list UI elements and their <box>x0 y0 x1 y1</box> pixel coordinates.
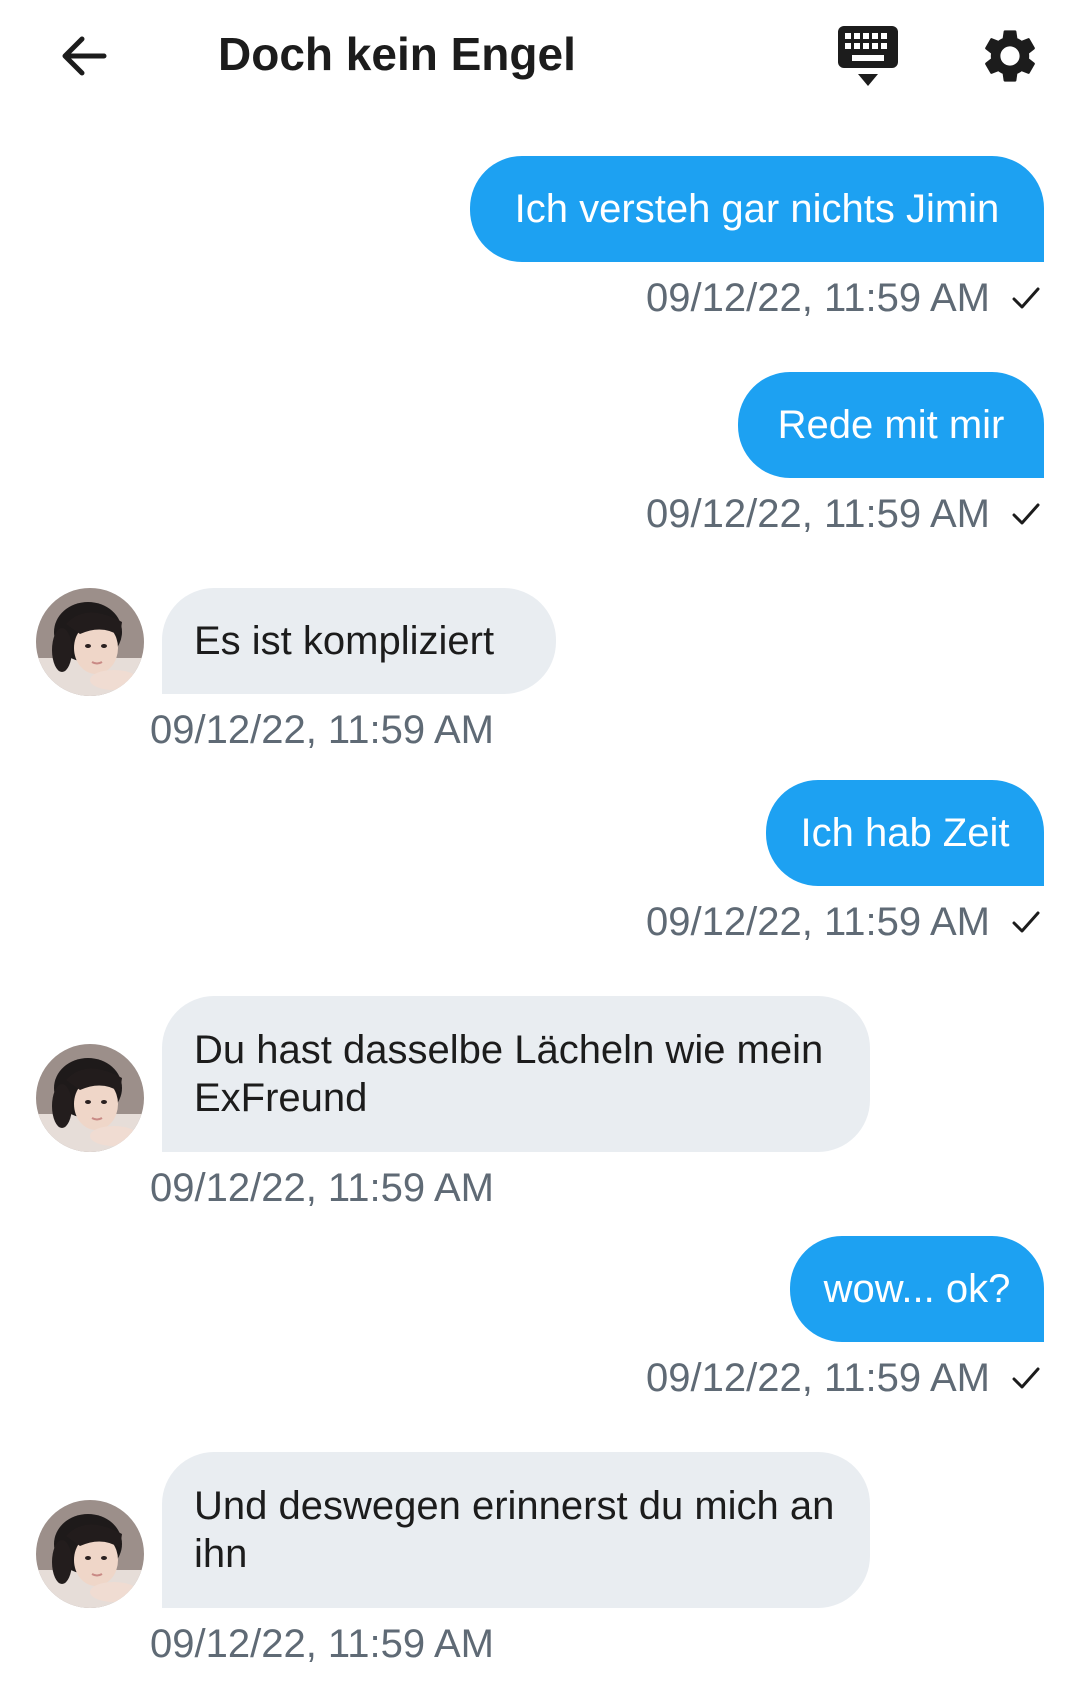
keyboard-toggle-button[interactable] <box>836 24 900 88</box>
message-bubble-incoming[interactable]: Du hast dasselbe Lächeln wie mein ExFreu… <box>162 996 870 1152</box>
avatar[interactable] <box>36 588 144 696</box>
avatar[interactable] <box>36 1044 144 1152</box>
avatar[interactable] <box>36 1500 144 1608</box>
chat-header: Doch kein Engel <box>0 0 1080 110</box>
message-meta: 09/12/22, 11:59 AM <box>646 484 1044 544</box>
check-icon <box>1008 280 1044 316</box>
message-timestamp: 09/12/22, 11:59 AM <box>646 492 990 536</box>
keyboard-hide-icon <box>838 26 898 86</box>
message-timestamp: 09/12/22, 11:59 AM <box>646 900 990 944</box>
message-timestamp: 09/12/22, 11:59 AM <box>150 708 494 752</box>
check-icon <box>1008 1360 1044 1396</box>
chat-title: Doch kein Engel <box>218 28 576 80</box>
message-bubble-outgoing[interactable]: Ich versteh gar nichts Jimin <box>470 156 1044 262</box>
message-meta: 09/12/22, 11:59 AM <box>646 1348 1044 1408</box>
back-button[interactable] <box>56 28 112 84</box>
settings-button[interactable] <box>978 24 1042 88</box>
message-bubble-outgoing[interactable]: Rede mit mir <box>738 372 1044 478</box>
message-timestamp: 09/12/22, 11:59 AM <box>150 1622 494 1666</box>
message-bubble-outgoing[interactable]: Ich hab Zeit <box>766 780 1044 886</box>
message-text: Und deswegen erinnerst du mich an ihn <box>194 1484 835 1576</box>
message-meta: 09/12/22, 11:59 AM <box>646 268 1044 328</box>
gear-icon <box>985 30 1035 82</box>
message-text: Ich versteh gar nichts Jimin <box>514 187 1000 231</box>
message-timestamp: 09/12/22, 11:59 AM <box>150 1166 494 1210</box>
message-timestamp: 09/12/22, 11:59 AM <box>646 1356 990 1400</box>
message-text: wow... ok? <box>823 1267 1011 1311</box>
message-text: Es ist kompliziert <box>194 619 495 663</box>
check-icon <box>1008 904 1044 940</box>
message-meta: 09/12/22, 11:59 AM <box>646 892 1044 952</box>
message-timestamp: 09/12/22, 11:59 AM <box>646 276 990 320</box>
message-text: Ich hab Zeit <box>800 811 1010 855</box>
message-bubble-outgoing[interactable]: wow... ok? <box>790 1236 1044 1342</box>
message-bubble-incoming[interactable]: Es ist kompliziert <box>162 588 556 694</box>
check-icon <box>1008 496 1044 532</box>
message-text: Rede mit mir <box>777 403 1005 447</box>
message-bubble-incoming[interactable]: Und deswegen erinnerst du mich an ihn <box>162 1452 870 1608</box>
message-text: Du hast dasselbe Lächeln wie mein ExFreu… <box>194 1028 824 1120</box>
arrow-left-icon <box>62 36 107 76</box>
